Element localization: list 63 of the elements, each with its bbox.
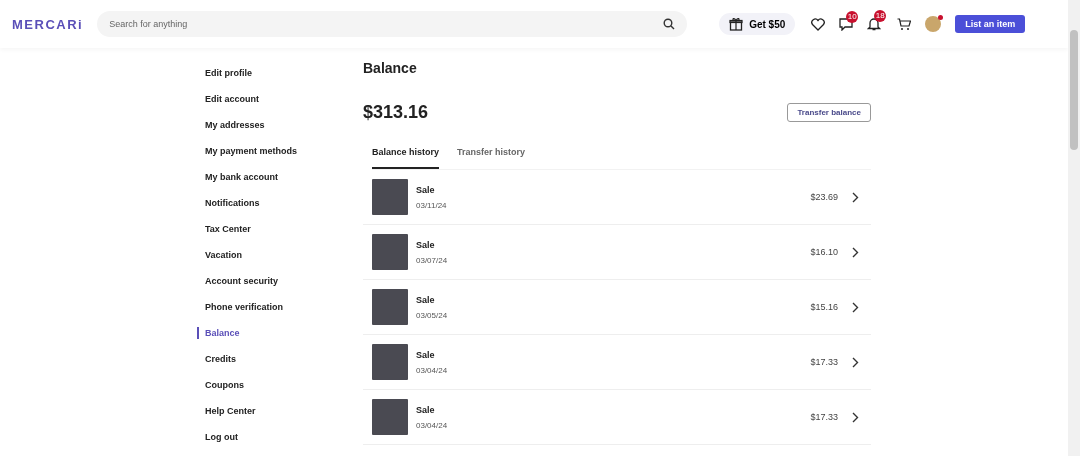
tab[interactable]: Transfer history bbox=[457, 143, 526, 169]
transaction-type: Sale bbox=[416, 294, 436, 305]
list-item-button[interactable]: List an item bbox=[955, 15, 1026, 33]
transaction-row[interactable]: Sale 03/04/24 $17.33 bbox=[363, 335, 871, 390]
page-title: Balance bbox=[363, 60, 418, 76]
transaction-row[interactable]: Sale 03/04/24 $17.33 bbox=[363, 390, 871, 445]
transaction-amount: $23.69 bbox=[810, 192, 838, 202]
chevron-right-icon bbox=[852, 301, 859, 313]
transaction-amount: $16.10 bbox=[810, 247, 838, 257]
heart-icon[interactable] bbox=[811, 17, 826, 31]
tab[interactable]: Balance history bbox=[372, 143, 440, 169]
sidebar-link[interactable]: My addresses bbox=[197, 119, 357, 131]
sidebar-link[interactable]: Tax Center bbox=[197, 223, 357, 235]
sidebar-link[interactable]: Edit account bbox=[197, 93, 357, 105]
chevron-right-icon bbox=[852, 411, 859, 423]
transaction-amount: $17.33 bbox=[810, 357, 838, 367]
scrollbar[interactable] bbox=[1068, 0, 1080, 456]
sidebar-link[interactable]: Vacation bbox=[197, 249, 357, 261]
sidebar-link[interactable]: Help Center bbox=[197, 405, 357, 417]
transaction-row[interactable]: Sale 03/07/24 $16.10 bbox=[363, 225, 871, 280]
sidebar-link[interactable]: Account security bbox=[197, 275, 357, 287]
sidebar-link[interactable]: Coupons bbox=[197, 379, 357, 391]
logo[interactable]: MERCARi bbox=[12, 16, 84, 32]
transaction-date: 03/07/24 bbox=[416, 255, 449, 265]
message-count-badge: 10 bbox=[846, 10, 859, 23]
sidebar-link[interactable]: My payment methods bbox=[197, 145, 357, 157]
sidebar-link[interactable]: Notifications bbox=[197, 197, 357, 209]
cart-icon[interactable] bbox=[897, 17, 912, 31]
transaction-date: 03/11/24 bbox=[416, 200, 448, 210]
sidebar-link[interactable]: Balance bbox=[197, 327, 357, 339]
avatar[interactable] bbox=[925, 16, 942, 32]
sidebar-link[interactable]: Credits bbox=[197, 353, 357, 365]
bell-icon[interactable] bbox=[867, 17, 882, 31]
promo-button[interactable]: Get $50 bbox=[719, 13, 796, 35]
sidebar-link[interactable]: My bank account bbox=[197, 171, 357, 183]
photo-placeholder bbox=[372, 344, 408, 380]
gift-icon bbox=[729, 17, 744, 31]
transaction-amount: $17.33 bbox=[810, 412, 838, 422]
photo-placeholder bbox=[372, 179, 408, 215]
chevron-right-icon bbox=[852, 191, 859, 203]
transaction-type: Sale bbox=[416, 349, 436, 360]
transaction-date: 03/04/24 bbox=[416, 365, 449, 375]
notification-count-badge: 18 bbox=[874, 10, 887, 22]
transaction-type: Sale bbox=[416, 404, 436, 415]
transaction-type: Sale bbox=[416, 184, 436, 195]
sidebar-link[interactable]: Phone verification bbox=[197, 301, 357, 313]
transaction-row[interactable]: Sale 03/05/24 $15.16 bbox=[363, 280, 871, 335]
transfer-balance-button[interactable]: Transfer balance bbox=[787, 103, 871, 122]
photo-placeholder bbox=[372, 399, 408, 435]
transaction-row[interactable]: Sale 03/11/24 $23.69 bbox=[363, 170, 871, 225]
sidebar-link[interactable]: Log out bbox=[197, 431, 357, 443]
chevron-right-icon bbox=[852, 246, 859, 258]
transaction-date: 03/05/24 bbox=[416, 310, 449, 320]
sidebar-link[interactable]: Edit profile bbox=[197, 67, 357, 79]
search-icon[interactable] bbox=[663, 18, 676, 30]
search-field[interactable]: Search for anything bbox=[97, 11, 688, 37]
balance-amount: $313.16 bbox=[363, 102, 429, 123]
chevron-right-icon bbox=[852, 356, 859, 368]
transaction-type: Sale bbox=[416, 239, 436, 250]
transaction-date: 03/04/24 bbox=[416, 420, 449, 430]
photo-placeholder bbox=[372, 289, 408, 325]
photo-placeholder bbox=[372, 234, 408, 270]
transaction-amount: $15.16 bbox=[810, 302, 838, 312]
